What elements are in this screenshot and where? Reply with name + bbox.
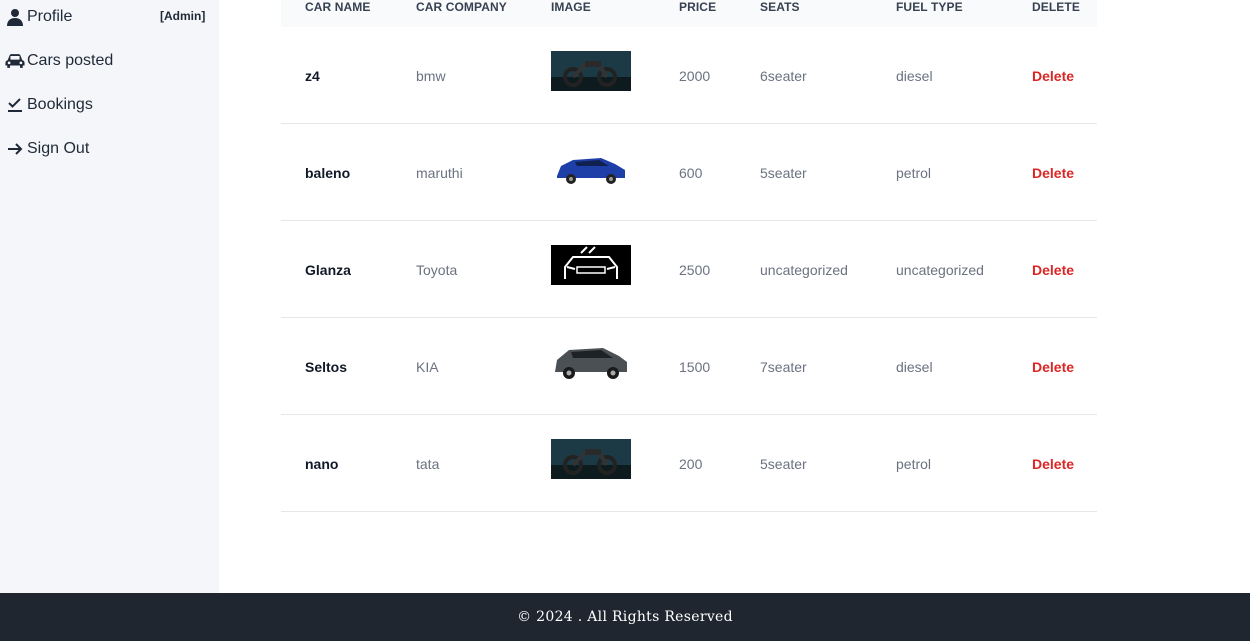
role-badge: [Admin]	[160, 9, 206, 23]
person-icon	[5, 7, 25, 27]
car-thumbnail	[551, 51, 631, 91]
car-name-cell: baleno	[305, 165, 351, 181]
price-cell: 2500	[679, 262, 711, 278]
price-cell: 2000	[679, 68, 711, 84]
arrow-right-icon	[5, 139, 25, 159]
car-name-cell: nano	[305, 456, 339, 472]
fuel-type-cell: diesel	[896, 359, 933, 375]
car-name-cell: Seltos	[305, 359, 348, 375]
column-header-car-name: CAR NAME	[305, 0, 371, 14]
copyright-text: © 2024 . All Rights Reserved	[517, 609, 733, 625]
column-header-price: PRICE	[679, 0, 717, 14]
price-cell: 1500	[679, 359, 711, 375]
sidebar-item-cars-posted[interactable]: Cars posted	[5, 49, 113, 73]
column-header-delete: DELETE	[1032, 0, 1080, 14]
seats-cell: 5seater	[760, 456, 807, 472]
delete-button[interactable]: Delete	[1032, 165, 1074, 181]
delete-button[interactable]: Delete	[1032, 456, 1074, 472]
table-row: Seltos KIA 1500 7seater diesel Delete	[281, 318, 1097, 415]
car-name-cell: Glanza	[305, 262, 351, 278]
checkmark-icon	[5, 95, 25, 115]
car-company-cell: KIA	[416, 359, 439, 375]
car-icon	[5, 51, 25, 71]
table-header: CAR NAME CAR COMPANY IMAGE PRICE SEATS F…	[281, 0, 1097, 27]
column-header-fuel-type: FUEL TYPE	[896, 0, 963, 14]
fuel-type-cell: uncategorized	[896, 262, 984, 278]
sidebar-item-label: Cars posted	[27, 52, 114, 69]
fuel-type-cell: diesel	[896, 68, 933, 84]
car-company-cell: Toyota	[416, 262, 458, 278]
car-company-cell: tata	[416, 456, 440, 472]
car-thumbnail	[551, 245, 631, 285]
table-row: z4 bmw 2000 6seater diesel Delete	[281, 27, 1097, 124]
column-header-car-company: CAR COMPANY	[416, 0, 507, 14]
seats-cell: 7seater	[760, 359, 807, 375]
seats-cell: uncategorized	[760, 262, 848, 278]
sidebar-item-profile[interactable]: Profile	[5, 5, 72, 29]
table-row: baleno maruthi 600 5seater petrol Delete	[281, 124, 1097, 221]
sidebar: Profile [Admin] Cars posted Bookings Sig…	[0, 0, 219, 593]
price-cell: 600	[679, 165, 703, 181]
seats-cell: 6seater	[760, 68, 807, 84]
table-row: Glanza Toyota 2500 uncategorized uncateg…	[281, 221, 1097, 318]
sidebar-item-sign-out[interactable]: Sign Out	[5, 137, 89, 161]
car-company-cell: maruthi	[416, 165, 463, 181]
sidebar-item-label: Sign Out	[27, 140, 90, 157]
column-header-image: IMAGE	[551, 0, 591, 14]
car-name-cell: z4	[305, 68, 320, 84]
sidebar-item-label: Bookings	[27, 96, 93, 113]
car-company-cell: bmw	[416, 68, 446, 84]
fuel-type-cell: petrol	[896, 456, 932, 472]
car-thumbnail	[551, 439, 631, 479]
table-row: nano tata 200 5seater petrol Delete	[281, 415, 1097, 512]
delete-button[interactable]: Delete	[1032, 262, 1074, 278]
fuel-type-cell: petrol	[896, 165, 932, 181]
seats-cell: 5seater	[760, 165, 807, 181]
footer: © 2024 . All Rights Reserved	[0, 593, 1250, 641]
car-thumbnail	[551, 148, 631, 188]
column-header-seats: SEATS	[760, 0, 800, 14]
sidebar-item-bookings[interactable]: Bookings	[5, 93, 93, 117]
delete-button[interactable]: Delete	[1032, 68, 1074, 84]
cars-table: CAR NAME CAR COMPANY IMAGE PRICE SEATS F…	[281, 0, 1097, 512]
price-cell: 200	[679, 456, 703, 472]
sidebar-item-label: Profile	[27, 8, 73, 25]
delete-button[interactable]: Delete	[1032, 359, 1074, 375]
car-thumbnail	[551, 342, 631, 382]
